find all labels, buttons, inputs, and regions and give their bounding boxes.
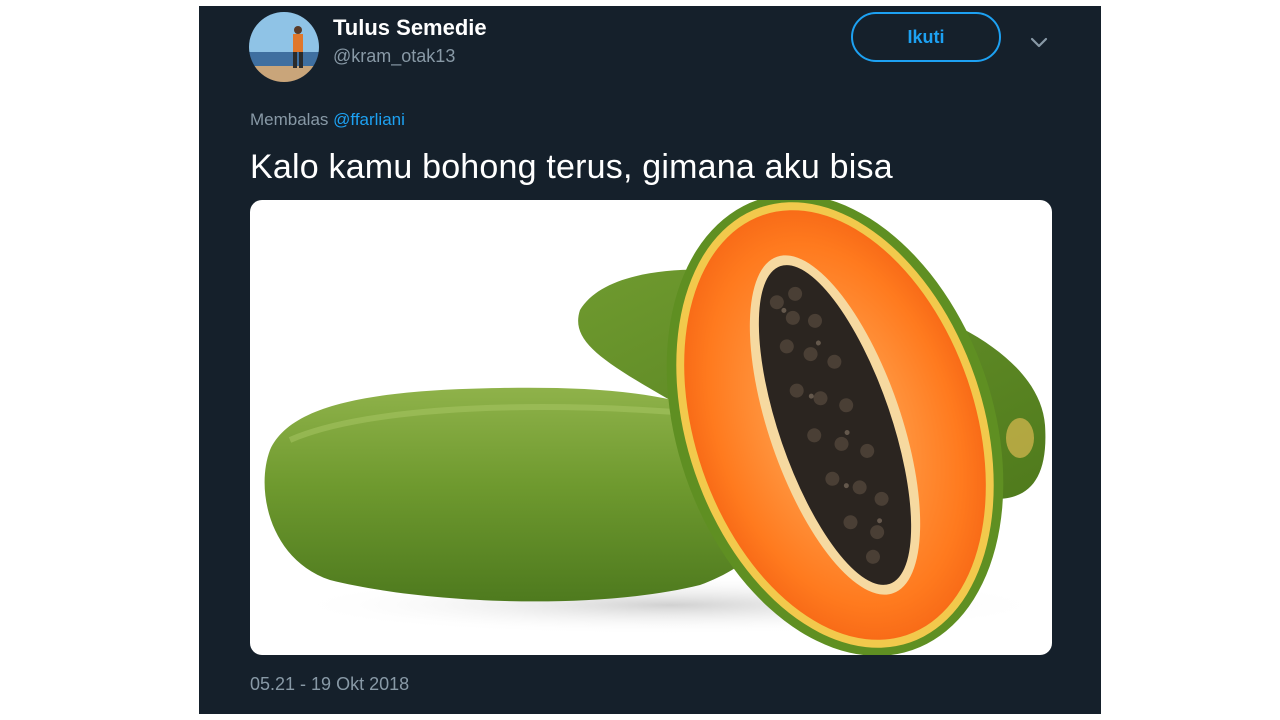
avatar[interactable]: [249, 12, 319, 82]
chevron-down-icon[interactable]: [1027, 30, 1051, 54]
user-handle[interactable]: @kram_otak13: [333, 46, 455, 67]
tweet-text: Kalo kamu bohong terus, gimana aku bisa: [250, 148, 893, 186]
avatar-image: [249, 12, 319, 82]
reply-context: Membalas @ffarliani: [250, 110, 405, 130]
tweet-timestamp[interactable]: 05.21 - 19 Okt 2018: [250, 674, 409, 695]
follow-button[interactable]: Ikuti: [851, 12, 1001, 62]
reply-mention-link[interactable]: @ffarliani: [333, 110, 405, 129]
tweet-media[interactable]: [250, 200, 1052, 655]
tweet-card: Tulus Semedie @kram_otak13 Ikuti Membala…: [199, 6, 1101, 714]
reply-prefix: Membalas: [250, 110, 334, 129]
display-name[interactable]: Tulus Semedie: [333, 15, 487, 41]
papaya-photo: [264, 200, 1050, 655]
